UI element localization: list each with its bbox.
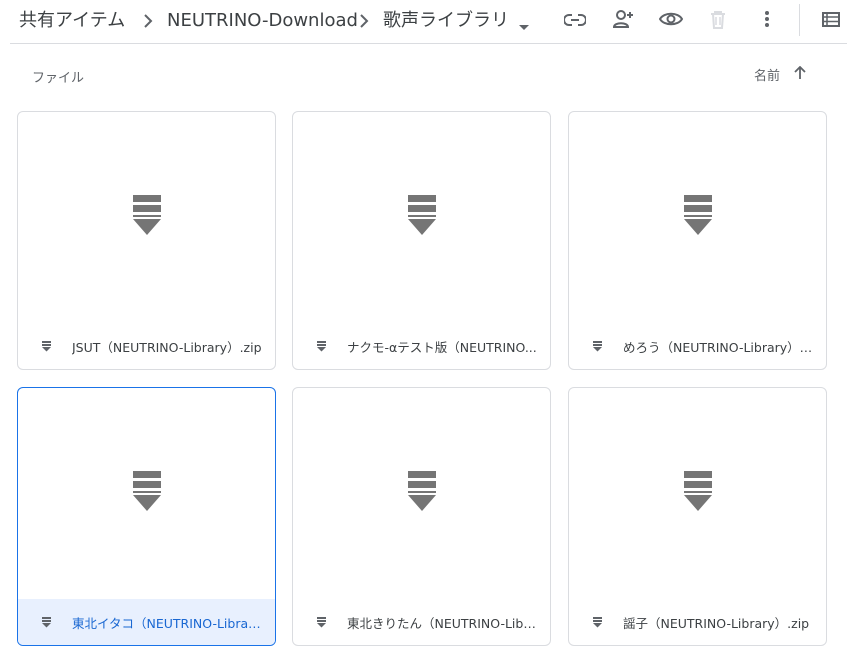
file-thumbnail [293,112,550,324]
more-vert-icon [764,10,770,32]
file-name: 東北イタコ（NEUTRINO-Librar... [72,615,262,631]
file-tile[interactable]: めろう（NEUTRINO-Library）.... [568,111,827,370]
arrow-up-icon [794,65,806,84]
file-tile-footer: めろう（NEUTRINO-Library）.... [569,323,826,369]
caret-down-icon[interactable] [518,17,530,36]
archive-file-small-icon [315,340,327,352]
link-button[interactable] [559,6,591,36]
file-name: ナクモ-αテスト版（NEUTRINO... [347,339,537,355]
archive-file-icon [407,471,437,517]
toolbar-divider [799,4,800,36]
section-label-files: ファイル [32,71,85,86]
archive-file-icon [683,471,713,517]
chevron-right-icon [138,10,158,32]
list-view-icon [822,11,840,31]
header-divider [10,43,847,44]
file-thumbnail [18,388,275,600]
file-thumbnail [18,112,275,324]
archive-file-small-icon [315,616,327,628]
list-view-button[interactable] [815,6,847,36]
file-thumbnail [293,388,550,600]
file-thumbnail [569,388,826,600]
sort-label: 名前 [754,68,781,84]
breadcrumb-shared-items[interactable]: 共有アイテム [19,9,125,33]
add-person-icon [611,9,635,33]
file-tile-footer: ナクモ-αテスト版（NEUTRINO... [293,323,550,369]
file-name: 謡子（NEUTRINO-Library）.zip [623,615,810,631]
eye-icon [658,11,684,31]
archive-file-small-icon [40,616,52,628]
file-name: めろう（NEUTRINO-Library）.... [623,339,813,355]
breadcrumb-neutrino-download[interactable]: NEUTRINO-Download [167,9,358,33]
delete-button[interactable] [702,6,734,36]
archive-file-icon [132,471,162,517]
preview-button[interactable] [655,6,687,36]
file-name: JSUT（NEUTRINO-Library）.zip [72,339,262,355]
archive-file-small-icon [591,340,603,352]
file-tile[interactable]: JSUT（NEUTRINO-Library）.zip [17,111,276,370]
file-tile-footer: 謡子（NEUTRINO-Library）.zip [569,599,826,645]
file-tile-footer: 東北きりたん（NEUTRINO-Libr... [293,599,550,645]
file-name: 東北きりたん（NEUTRINO-Libr... [347,615,537,631]
chevron-right-icon [354,10,374,32]
sort-by-name-button[interactable]: 名前 [754,64,806,84]
breadcrumb-current-folder[interactable]: 歌声ライブラリ [383,9,509,33]
file-tile[interactable]: 東北イタコ（NEUTRINO-Librar... [17,387,276,646]
file-tile[interactable]: 東北きりたん（NEUTRINO-Libr... [292,387,551,646]
file-tile[interactable]: 謡子（NEUTRINO-Library）.zip [568,387,827,646]
archive-file-small-icon [40,340,52,352]
file-thumbnail [569,112,826,324]
archive-file-icon [683,195,713,241]
file-tile-footer: JSUT（NEUTRINO-Library）.zip [18,323,275,369]
header-bar: 共有アイテム NEUTRINO-Download 歌声ライブラリ [0,0,847,44]
link-icon [563,12,587,31]
archive-file-small-icon [591,616,603,628]
share-button[interactable] [607,6,639,36]
file-tile-footer: 東北イタコ（NEUTRINO-Librar... [18,599,275,645]
archive-file-icon [132,195,162,241]
file-tile[interactable]: ナクモ-αテスト版（NEUTRINO... [292,111,551,370]
trash-icon [710,10,726,33]
archive-file-icon [407,195,437,241]
more-actions-button[interactable] [751,6,783,36]
